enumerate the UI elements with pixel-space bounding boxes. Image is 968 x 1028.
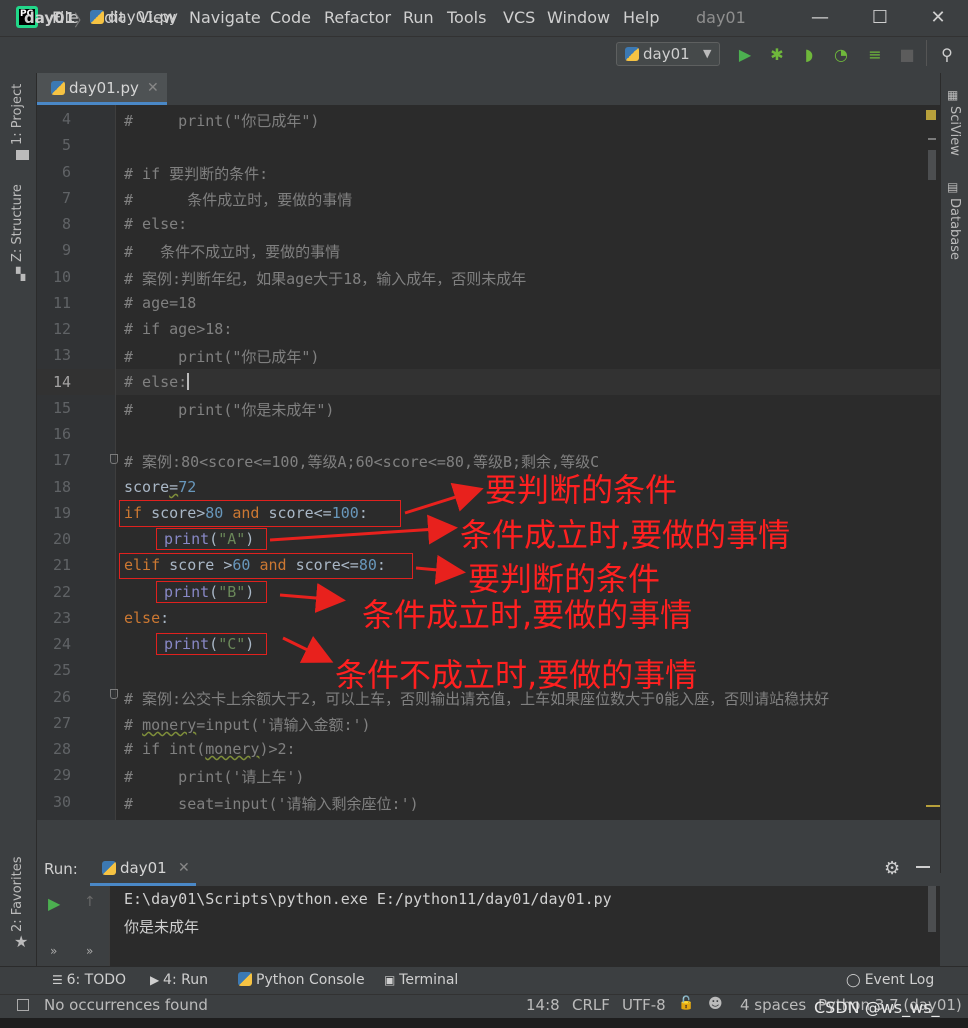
- run-panel-label: Run:: [44, 860, 78, 878]
- arrow-up-icon[interactable]: ↑: [84, 894, 96, 910]
- hide-panel-icon[interactable]: [916, 866, 930, 868]
- run-program-output: 你是未成年: [124, 918, 200, 936]
- event-log-label: Event Log: [864, 972, 935, 988]
- annotation-if-condition: 要判断的条件: [485, 471, 678, 509]
- arrow-2: [269, 514, 458, 545]
- event-log-tool-tab[interactable]: ◯ Event Log: [846, 972, 934, 988]
- toggle-tool-windows-icon[interactable]: [17, 999, 29, 1011]
- annotation-else-action: 条件不成立时,要做的事情: [335, 656, 698, 694]
- python-console-label: Python Console: [256, 972, 365, 988]
- window-bottom-edge: [0, 1018, 968, 1028]
- python-console-icon: [238, 972, 252, 986]
- arrow-5: [282, 635, 334, 663]
- line-separator[interactable]: CRLF: [572, 996, 610, 1014]
- more-tools-icon[interactable]: »: [86, 944, 93, 958]
- arrow-3: [415, 554, 466, 585]
- editor-scrollbar[interactable]: [928, 150, 936, 180]
- scroll-marker: [926, 805, 940, 807]
- list-icon: ☰: [52, 973, 67, 987]
- lock-icon[interactable]: 🔓: [678, 996, 694, 1011]
- status-message: No occurrences found: [44, 996, 208, 1014]
- terminal-tool-tab[interactable]: ▣ Terminal: [384, 972, 458, 988]
- event-log-icon: ◯: [846, 973, 865, 988]
- inspector-icon[interactable]: ☻: [708, 996, 723, 1012]
- more-tools-icon[interactable]: »: [50, 944, 57, 958]
- play-icon: ▶: [150, 973, 164, 987]
- annotation-elif-action: 条件成立时,要做的事情: [362, 596, 693, 634]
- annotation-if-action: 条件成立时,要做的事情: [460, 516, 791, 554]
- inspection-status-icon[interactable]: [926, 110, 936, 120]
- run-tab-label: day01: [120, 859, 167, 877]
- run-command-output: E:\day01\Scripts\python.exe E:/python11/…: [124, 890, 612, 908]
- console-scrollbar[interactable]: [928, 886, 936, 932]
- python-icon: [102, 861, 116, 875]
- python-console-tool-tab[interactable]: Python Console: [238, 972, 365, 988]
- file-encoding[interactable]: UTF-8: [622, 996, 666, 1014]
- run-divider: [109, 886, 110, 966]
- indent-setting[interactable]: 4 spaces: [740, 996, 806, 1014]
- close-run-tab-icon[interactable]: ✕: [178, 852, 190, 884]
- run-label: 4: Run: [163, 972, 208, 988]
- run-tab-day01[interactable]: day01 ✕: [90, 852, 196, 886]
- todo-tool-tab[interactable]: ☰ 6: TODO: [52, 972, 126, 988]
- csdn-watermark: CSDN @ws_ws_: [814, 998, 940, 1017]
- rerun-icon[interactable]: ▶: [48, 894, 60, 913]
- arrow-4: [279, 583, 346, 613]
- gear-icon[interactable]: ⚙: [884, 858, 900, 879]
- caret-position[interactable]: 14:8: [526, 996, 560, 1014]
- terminal-label: Terminal: [399, 972, 459, 988]
- run-tool-tab[interactable]: ▶ 4: Run: [150, 972, 208, 988]
- scroll-marker: [928, 138, 936, 140]
- terminal-icon: ▣: [384, 973, 400, 987]
- todo-label: 6: TODO: [66, 972, 127, 988]
- tool-window-bar: [0, 966, 968, 995]
